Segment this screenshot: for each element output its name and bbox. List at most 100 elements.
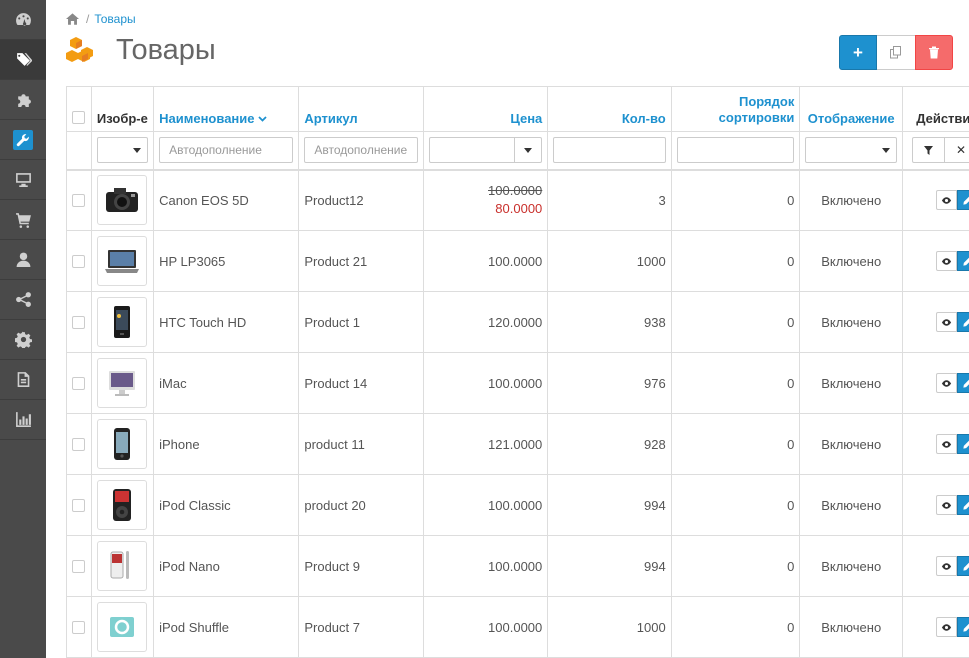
toolbar: +	[839, 35, 953, 70]
pencil-icon	[963, 440, 969, 449]
user-icon	[16, 252, 30, 267]
filter-sort-input[interactable]	[676, 137, 795, 164]
filter-actions-cell: ✕	[902, 131, 969, 171]
row-checkbox[interactable]	[72, 254, 86, 268]
ipod-nano-image	[110, 551, 129, 579]
view-button[interactable]	[936, 495, 957, 515]
row-image-cell	[90, 596, 155, 658]
edit-button[interactable]	[957, 495, 969, 515]
row-checkbox-cell	[66, 352, 92, 414]
view-button[interactable]	[936, 617, 957, 637]
row-sort-order: 0	[670, 352, 801, 414]
view-button[interactable]	[936, 312, 957, 332]
page-header: Товары	[66, 34, 216, 67]
sidebar-item-system[interactable]	[0, 160, 46, 200]
sidebar-item-catalog[interactable]	[0, 40, 46, 80]
ipod-classic-image	[112, 489, 131, 521]
row-actions	[902, 169, 969, 231]
row-checkbox[interactable]	[72, 376, 86, 390]
row-sort-order: 0	[670, 230, 801, 292]
trash-icon	[929, 46, 939, 59]
row-actions	[902, 413, 969, 475]
product-thumbnail	[96, 358, 147, 408]
file-icon	[17, 372, 29, 387]
eye-icon	[941, 562, 952, 570]
filter-price-field[interactable]	[428, 137, 516, 164]
select-all-checkbox[interactable]	[72, 111, 86, 124]
row-model: product 20	[298, 474, 424, 536]
plus-icon: +	[853, 42, 863, 62]
edit-button[interactable]	[957, 312, 969, 332]
sidebar-item-reports-doc[interactable]	[0, 360, 46, 400]
edit-button[interactable]	[957, 373, 969, 393]
filter-name-input[interactable]: Автодополнение	[159, 137, 294, 164]
row-checkbox[interactable]	[72, 437, 86, 451]
view-button[interactable]	[936, 251, 957, 271]
sidebar-item-extensions[interactable]	[0, 80, 46, 120]
home-icon[interactable]	[66, 13, 79, 25]
row-model: Product12	[298, 169, 424, 231]
header-actions: Действия	[902, 86, 969, 132]
filter-image-select[interactable]	[96, 137, 149, 164]
header-price[interactable]: Цена	[422, 86, 549, 132]
sidebar-item-design[interactable]	[0, 120, 46, 160]
header-model[interactable]: Артикул	[298, 86, 424, 132]
add-product-button[interactable]: +	[839, 35, 877, 70]
row-actions	[902, 535, 969, 597]
sidebar-item-sales[interactable]	[0, 200, 46, 240]
row-image-cell	[90, 291, 155, 353]
pencil-icon	[963, 562, 969, 571]
filter-model-input[interactable]: Автодополнение	[304, 137, 418, 164]
table-row: iPod Classic product 20 100.0000 994 0 В…	[66, 474, 969, 536]
delete-button[interactable]	[915, 35, 953, 70]
cart-icon	[15, 213, 31, 228]
share-icon	[15, 292, 31, 307]
edit-button[interactable]	[957, 434, 969, 454]
view-button[interactable]	[936, 190, 957, 211]
sidebar-item-reports[interactable]	[0, 400, 46, 440]
header-quantity[interactable]: Кол-во	[547, 86, 672, 132]
table-row: iMac Product 14 100.0000 976 0 Включено	[66, 352, 969, 414]
filter-status-select[interactable]	[805, 137, 898, 164]
edit-button[interactable]	[957, 617, 969, 637]
row-sort-order: 0	[670, 291, 801, 353]
row-actions	[902, 291, 969, 353]
eye-icon	[941, 501, 952, 509]
row-checkbox[interactable]	[72, 193, 86, 207]
edit-button[interactable]	[957, 556, 969, 576]
page-title: Товары	[116, 34, 216, 66]
copy-button[interactable]	[877, 35, 915, 70]
sidebar-item-marketing[interactable]	[0, 280, 46, 320]
row-checkbox[interactable]	[72, 315, 86, 329]
pencil-icon	[963, 501, 969, 510]
row-checkbox[interactable]	[72, 559, 86, 573]
row-actions	[902, 596, 969, 658]
sidebar-item-customers[interactable]	[0, 240, 46, 280]
tags-icon	[15, 53, 32, 66]
header-name[interactable]: Наименование	[153, 86, 300, 132]
sidebar-item-settings[interactable]	[0, 320, 46, 360]
sidebar-item-dashboard[interactable]	[0, 0, 46, 40]
clear-filter-button[interactable]: ✕	[945, 137, 969, 164]
filter-price-dropdown[interactable]	[515, 137, 543, 164]
header-sort-order[interactable]: Порядок сортировки	[670, 86, 801, 132]
view-button[interactable]	[936, 373, 957, 393]
filter-quantity-input[interactable]	[553, 137, 666, 164]
row-price: 121.0000	[422, 413, 549, 475]
filter-empty	[66, 131, 92, 171]
dashboard-icon	[15, 13, 31, 26]
edit-button[interactable]	[957, 251, 969, 271]
row-status: Включено	[799, 230, 904, 292]
filter-price-input[interactable]	[428, 137, 543, 164]
header-status[interactable]: Отображение	[799, 86, 904, 132]
row-price: 120.0000	[422, 291, 549, 353]
view-button[interactable]	[936, 434, 957, 454]
breadcrumb-current[interactable]: Товары	[94, 12, 135, 26]
row-status: Включено	[799, 169, 904, 231]
edit-button[interactable]	[957, 190, 969, 211]
filter-button[interactable]	[912, 137, 945, 164]
row-checkbox[interactable]	[72, 620, 86, 634]
row-checkbox[interactable]	[72, 498, 86, 512]
row-quantity: 994	[547, 535, 672, 597]
view-button[interactable]	[936, 556, 957, 576]
